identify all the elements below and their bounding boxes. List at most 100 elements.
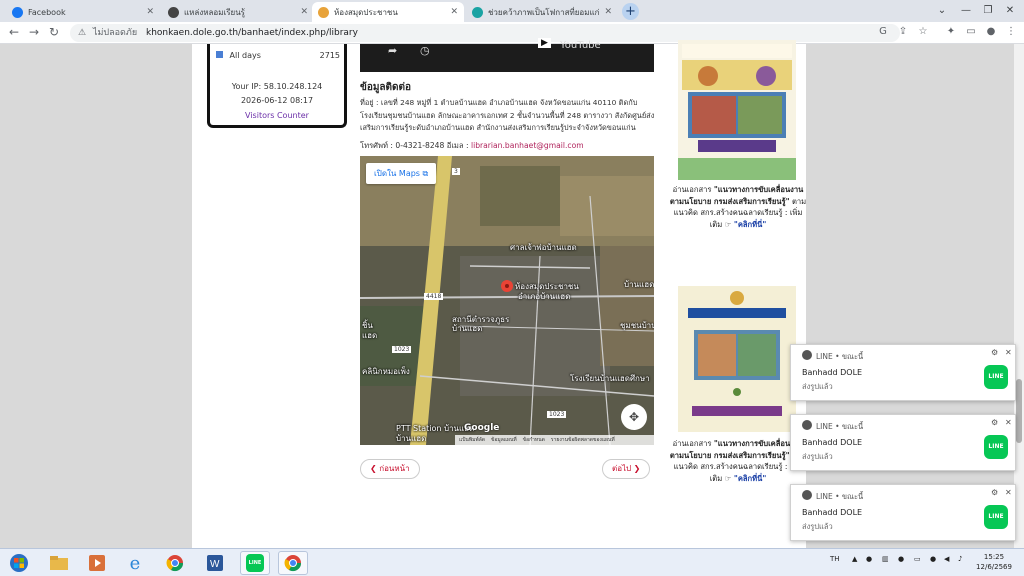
notification-toast[interactable]: LINE • ขณะนี้ ⚙ ✕ Banhadd DOLE ส่งรูปแล้…	[790, 344, 1016, 401]
close-window-icon[interactable]: ✕	[998, 0, 1022, 22]
line-app-icon	[802, 490, 812, 500]
forward-icon[interactable]: →	[26, 25, 42, 39]
tab-title: Facebook	[28, 7, 66, 17]
phone-label: โทรศัพท์ : 0-4321-8248 อีเมล :	[360, 141, 469, 150]
extensions-icon[interactable]: ✦	[944, 26, 958, 37]
page-scrollbar[interactable]	[1014, 44, 1024, 548]
settings-icon[interactable]: ⚙	[991, 418, 998, 427]
sidebar-icon[interactable]: ▭	[964, 26, 978, 37]
close-tab-icon[interactable]: ✕	[146, 7, 154, 17]
report-error-link[interactable]: รายงานข้อผิดพลาดของแผนที่	[551, 436, 615, 444]
road-badge: 4418	[424, 293, 444, 300]
tab-facebook[interactable]: Facebook ✕	[6, 2, 160, 22]
contact-address: ที่อยู่ : เลขที่ 248 หมู่ที่ 1 ตำบลบ้านแ…	[360, 98, 655, 132]
language-indicator[interactable]: TH	[830, 555, 840, 563]
close-icon[interactable]: ✕	[1005, 348, 1012, 357]
share-icon[interactable]: ⇪	[896, 26, 910, 37]
keyboard-shortcuts-link[interactable]: แป้นพิมพ์ลัด	[459, 436, 485, 444]
battery-icon[interactable]: ▭	[914, 555, 921, 563]
prev-label: ก่อนหน้า	[379, 464, 410, 473]
internet-explorer-icon[interactable]: e	[120, 551, 150, 575]
close-icon[interactable]: ✕	[1005, 488, 1012, 497]
file-explorer-icon[interactable]	[44, 551, 74, 575]
youtube-video[interactable]: ➦ ◷ ▶ YouTube	[360, 38, 654, 72]
open-in-maps-button[interactable]: เปิดใน Maps ⧉	[366, 163, 437, 184]
svg-text:W: W	[210, 559, 220, 570]
fullscreen-icon[interactable]: ✥	[621, 404, 647, 430]
site-icon	[318, 6, 329, 18]
system-clock[interactable]: 15:25 12/6/2569	[974, 552, 1014, 572]
clock-icon[interactable]: ◷	[420, 44, 430, 57]
close-tab-icon[interactable]: ✕	[300, 7, 308, 17]
notification-toast[interactable]: LINE • ขณะนี้ ⚙ ✕ Banhadd DOLE ส่งรูปแล้…	[790, 414, 1016, 471]
open-in-maps-label: เปิดใน Maps	[374, 169, 420, 178]
promo-poster-2[interactable]	[678, 286, 796, 432]
counter-row: All days 2715	[216, 51, 340, 60]
youtube-logo[interactable]: ▶	[538, 38, 551, 48]
next-button[interactable]: ต่อไป ❯	[602, 459, 651, 479]
warning-icon[interactable]: ⚠	[78, 28, 86, 38]
chrome-taskbar-button[interactable]	[278, 551, 308, 575]
tab-search-icon[interactable]: ⌄	[930, 0, 954, 22]
line-icon: LINE	[246, 554, 264, 572]
settings-icon[interactable]: ⚙	[991, 488, 998, 497]
reload-icon[interactable]: ↻	[46, 25, 62, 39]
word-icon[interactable]: W	[200, 551, 230, 575]
google-lens-icon[interactable]: G	[876, 26, 890, 37]
terms-link[interactable]: ข้อกำหนด	[523, 436, 545, 444]
embedded-map[interactable]: เปิดใน Maps ⧉ 3 ศาลเจ้าพ่อบ้านแฮด ห้องสม…	[360, 156, 654, 445]
notification-title: Banhadd DOLE	[802, 368, 863, 377]
click-here-link[interactable]: "คลิกที่นี่"	[734, 474, 766, 483]
map-label: บ้านแฮด	[624, 280, 654, 289]
maximize-icon[interactable]: ❐	[976, 0, 1000, 22]
bookmark-star-icon[interactable]: ☆	[916, 26, 930, 37]
tab-learning[interactable]: แหล่งหลอมเรียนรู้ ✕	[162, 2, 314, 22]
map-label: คลินิกหมอเพ็ง	[362, 367, 410, 376]
notification-app: LINE • ขณะนี้	[816, 492, 864, 501]
satellite-imagery	[360, 156, 654, 445]
chrome-icon[interactable]	[160, 551, 190, 575]
scrollbar-thumb[interactable]	[1016, 379, 1022, 443]
new-tab-button[interactable]: +	[622, 3, 639, 20]
map-label: บ้านแฮด	[452, 324, 483, 333]
share-icon[interactable]: ➦	[388, 44, 397, 57]
line-icon: LINE	[984, 505, 1008, 529]
close-tab-icon[interactable]: ✕	[450, 7, 458, 17]
tray-app-icon[interactable]: ●	[930, 555, 936, 563]
map-data-link[interactable]: ข้อมูลแผนที่	[491, 436, 517, 444]
site-icon	[472, 6, 483, 18]
tray-app-icon[interactable]: ●	[866, 555, 872, 563]
counter-label: All days	[229, 51, 261, 60]
volume-icon[interactable]: ◀	[944, 555, 949, 563]
minimize-icon[interactable]: —	[954, 0, 978, 22]
start-button[interactable]	[4, 551, 34, 575]
avatar[interactable]: ●	[984, 26, 998, 37]
road-badge: 1023	[392, 346, 412, 353]
close-tab-icon[interactable]: ✕	[604, 7, 612, 17]
tab-news[interactable]: ช่วยคว้าภาพเป็นโฟกาสที่ยอมแก่ตัวเอง ✕	[466, 2, 618, 22]
road-badge: 1023	[547, 411, 567, 418]
email-link[interactable]: librarian.banhaet@gmail.com	[471, 141, 584, 150]
menu-icon[interactable]: ⋮	[1004, 26, 1018, 37]
back-icon[interactable]: ←	[6, 25, 22, 39]
network-icon[interactable]: ▥	[882, 555, 889, 563]
show-hidden-icons[interactable]: ▲	[852, 555, 857, 563]
notification-app: LINE • ขณะนี้	[816, 422, 864, 431]
visitors-counter-link[interactable]: Visitors Counter	[210, 111, 344, 120]
tab-library[interactable]: ห้องสมุดประชาชน ✕	[312, 2, 464, 22]
close-icon[interactable]: ✕	[1005, 418, 1012, 427]
promo-poster-1[interactable]	[678, 40, 796, 180]
speaker-icon[interactable]: ♪	[958, 555, 962, 563]
prev-icon: ❮	[370, 464, 377, 473]
line-taskbar-button[interactable]: LINE	[240, 551, 270, 575]
map-footer: แป้นพิมพ์ลัด ข้อมูลแผนที่ ข้อกำหนด รายงา…	[455, 435, 654, 445]
notification-toast[interactable]: LINE • ขณะนี้ ⚙ ✕ Banhadd DOLE ส่งรูปแล้…	[790, 484, 1016, 541]
prev-button[interactable]: ❮ ก่อนหน้า	[360, 459, 420, 479]
click-here-link[interactable]: "คลิกที่นี่"	[734, 220, 766, 229]
tray-app-icon[interactable]: ●	[898, 555, 904, 563]
notification-app: LINE • ขณะนี้	[816, 352, 864, 361]
counter-value: 2715	[319, 51, 340, 60]
settings-icon[interactable]: ⚙	[991, 348, 998, 357]
line-icon: LINE	[984, 365, 1008, 389]
media-player-icon[interactable]	[82, 551, 112, 575]
